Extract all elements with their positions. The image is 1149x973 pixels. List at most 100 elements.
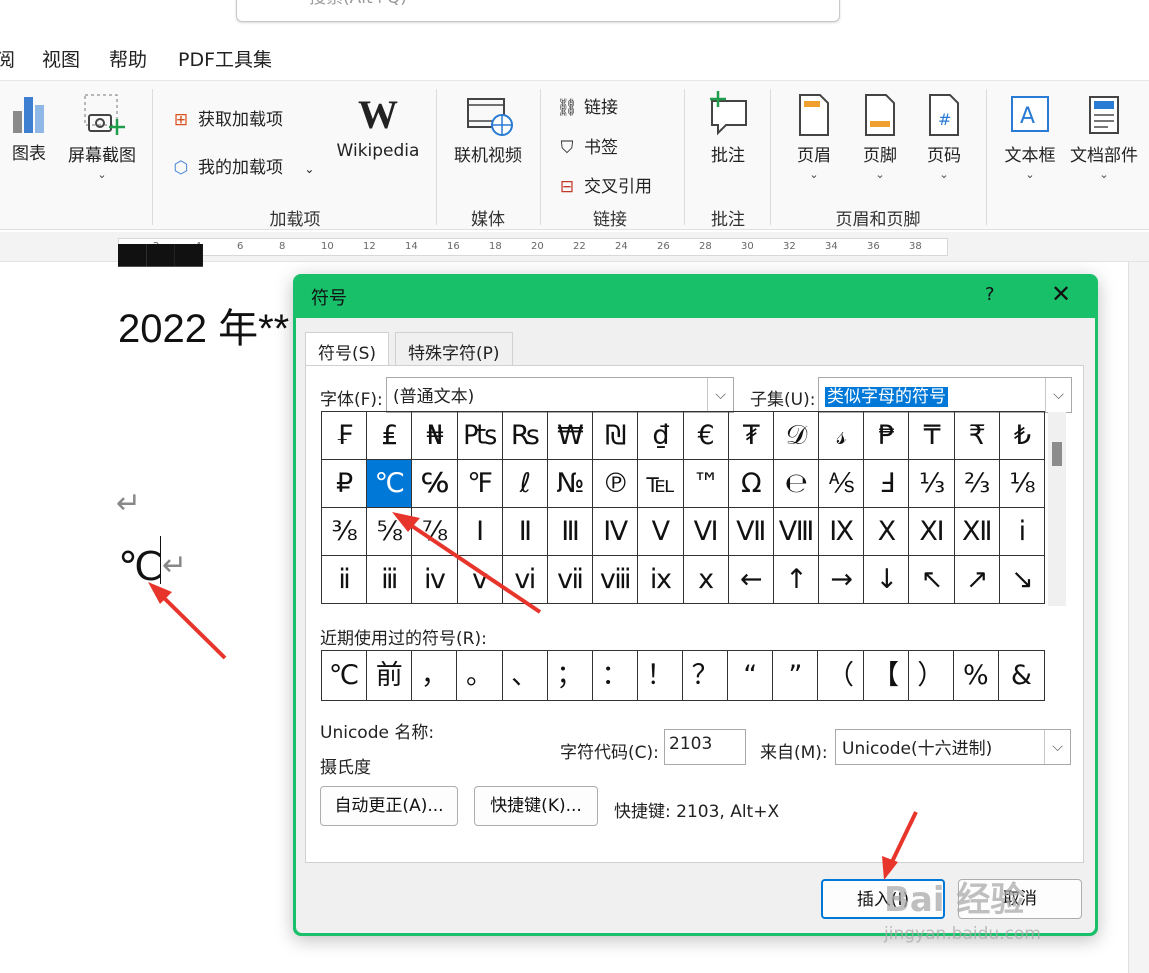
recent-symbol-cell[interactable]: % <box>954 651 999 700</box>
symbol-cell[interactable]: ↗ <box>954 556 1000 604</box>
symbol-cell[interactable]: ™ <box>683 460 729 508</box>
symbol-cell[interactable]: ⅔ <box>954 460 1000 508</box>
menu-help[interactable]: 帮助 <box>109 45 147 72</box>
recent-symbol-cell[interactable]: ？ <box>683 651 729 700</box>
chevron-down-icon[interactable]: ⌄ <box>998 168 1062 181</box>
symbol-cell[interactable]: ℅ <box>412 460 458 508</box>
symbol-cell[interactable]: ⅳ <box>412 556 458 604</box>
symbol-cell[interactable]: ↓ <box>864 556 910 604</box>
recent-symbol-cell[interactable]: “ <box>728 651 774 700</box>
symbol-cell[interactable]: ℡ <box>638 460 684 508</box>
recent-symbol-cell[interactable]: ； <box>548 651 593 700</box>
cross-reference-button[interactable]: ⊟ 交叉引用 <box>556 172 652 197</box>
symbol-cell[interactable]: Ⅷ <box>773 508 820 556</box>
scroll-thumb[interactable] <box>1052 442 1062 466</box>
recent-symbol-cell[interactable]: ： <box>593 651 638 700</box>
symbol-cell[interactable]: Ⅵ <box>683 508 729 556</box>
symbol-cell[interactable]: Ⅸ <box>819 508 865 556</box>
symbol-cell[interactable]: ⅍ <box>819 460 865 508</box>
symbol-cell[interactable]: 𝒟 <box>773 412 820 460</box>
menu-review[interactable]: 阅 <box>0 45 15 72</box>
recent-symbol-cell[interactable]: ℃ <box>322 651 368 700</box>
symbol-cell[interactable]: Ⅶ <box>728 508 774 556</box>
recent-symbol-cell[interactable]: & <box>999 651 1044 700</box>
symbol-cell[interactable]: ℉ <box>457 460 503 508</box>
symbol-cell[interactable]: ⅜ <box>322 508 368 556</box>
symbol-cell[interactable]: ↘ <box>999 556 1045 604</box>
chevron-down-icon[interactable]: ⌄ <box>784 168 844 181</box>
symbol-cell[interactable]: ₫ <box>638 412 684 460</box>
recent-symbol-cell[interactable]: ！ <box>638 651 683 700</box>
footer-button[interactable]: 页脚 ⌄ <box>850 93 910 181</box>
symbol-cell[interactable]: ₣ <box>322 412 368 460</box>
header-button[interactable]: 页眉 ⌄ <box>784 93 844 181</box>
symbol-cell[interactable]: ₨ <box>502 412 548 460</box>
symbol-cell[interactable]: Ⅺ <box>909 508 955 556</box>
symbol-cell[interactable]: ⅓ <box>909 460 955 508</box>
chevron-down-icon[interactable]: ⌄ <box>304 162 314 176</box>
symbol-cell[interactable]: ⅰ <box>999 508 1045 556</box>
dialog-titlebar[interactable]: 符号 ? ✕ <box>293 274 1098 318</box>
symbol-cell[interactable]: ₤ <box>367 412 413 460</box>
symbol-cell[interactable]: ₱ <box>864 412 910 460</box>
symbol-cell[interactable]: ⅲ <box>367 556 413 604</box>
symbol-cell[interactable]: ₧ <box>457 412 503 460</box>
symbol-cell[interactable]: Ω <box>728 460 774 508</box>
symbol-cell[interactable]: ℮ <box>773 460 820 508</box>
symbol-cell[interactable]: ⅹ <box>683 556 729 604</box>
symbol-cell[interactable]: ₸ <box>909 412 955 460</box>
textbox-button[interactable]: A 文本框 ⌄ <box>998 93 1062 181</box>
symbol-cell[interactable]: Ⅴ <box>638 508 684 556</box>
tab-symbols[interactable]: 符号(S) <box>305 332 390 366</box>
symbol-cell[interactable]: ₩ <box>547 412 594 460</box>
symbol-cell[interactable]: Ⅱ <box>502 508 548 556</box>
symbol-cell[interactable]: ℓ <box>502 460 548 508</box>
symbol-cell[interactable]: → <box>819 556 865 604</box>
symbol-cell[interactable]: ₽ <box>322 460 368 508</box>
symbol-cell[interactable]: ₦ <box>412 412 458 460</box>
symbol-cell[interactable]: 𝓈 <box>819 412 865 460</box>
symbol-cell[interactable]: ⅴ <box>457 556 503 604</box>
symbol-cell[interactable]: Ⅰ <box>457 508 503 556</box>
symbol-cell[interactable]: ₹ <box>954 412 1000 460</box>
subset-select[interactable]: 类似字母的符号 ⌵ <box>818 377 1072 413</box>
symbol-grid[interactable]: ₣ ₤ ₦ ₧ ₨ ₩ ₪ ₫ € ₮ 𝒟𝓈 ₱ ₸ ₹ ₺ ₽ ℃ ℅ ℉ ℓ № ℗ ℡ ™ Ω ℮ ⅍ Ⅎ ⅓ ⅔ ⅛ ⅜ ⅝ ⅞ Ⅰ Ⅱ Ⅲ Ⅳ Ⅴ… <box>321 411 1045 604</box>
symbol-cell[interactable]: ₪ <box>593 412 639 460</box>
help-button[interactable]: ? <box>985 284 995 305</box>
recent-symbol-cell[interactable]: ， <box>412 651 458 700</box>
symbol-cell[interactable]: ⅶ <box>547 556 594 604</box>
get-addins-button[interactable]: ⊞ 获取加载项 <box>170 105 283 130</box>
link-button[interactable]: ⛓ 链接 <box>556 93 618 118</box>
symbol-cell-selected[interactable]: ℃ <box>367 460 413 508</box>
vertical-scrollbar[interactable] <box>1128 262 1149 973</box>
symbol-cell[interactable]: ↑ <box>773 556 820 604</box>
tab-special-characters[interactable]: 特殊字符(P) <box>395 332 513 366</box>
symbol-grid-scrollbar[interactable] <box>1048 412 1066 606</box>
menu-pdf-tools[interactable]: PDF工具集 <box>178 45 272 72</box>
font-select[interactable]: (普通文本) ⌵ <box>386 377 734 413</box>
online-video-button[interactable]: 联机视频 <box>448 93 528 166</box>
close-icon[interactable]: ✕ <box>1051 280 1071 308</box>
my-addins-button[interactable]: ⬡ 我的加载项 ⌄ <box>170 153 315 178</box>
chevron-down-icon[interactable]: ⌵ <box>1044 730 1070 764</box>
recent-symbol-cell[interactable]: 【 <box>864 651 909 700</box>
chevron-down-icon[interactable]: ⌵ <box>1045 378 1071 412</box>
shortcut-key-button[interactable]: 快捷键(K)... <box>474 786 598 826</box>
symbol-cell[interactable]: ⅱ <box>322 556 368 604</box>
symbol-cell[interactable]: № <box>547 460 594 508</box>
recent-symbol-cell[interactable]: ” <box>773 651 819 700</box>
symbol-cell[interactable]: ⅷ <box>593 556 639 604</box>
symbol-cell[interactable]: Ⅳ <box>593 508 639 556</box>
chart-button[interactable]: 图表 <box>4 93 54 164</box>
symbol-cell[interactable]: ⅛ <box>999 460 1045 508</box>
symbol-cell[interactable]: ⅸ <box>638 556 684 604</box>
recent-symbols[interactable]: ℃ 前，。、；：！？ “” （【）% & <box>321 650 1045 701</box>
symbol-cell[interactable]: Ⅎ <box>864 460 910 508</box>
recent-symbol-cell[interactable]: 前 <box>367 651 413 700</box>
search-box[interactable]: ⌕ 搜索(Alt+Q) <box>236 0 840 22</box>
symbol-cell[interactable]: Ⅹ <box>864 508 910 556</box>
recent-symbol-cell[interactable]: ） <box>909 651 954 700</box>
wikipedia-button[interactable]: W Wikipedia <box>334 93 422 162</box>
page-number-button[interactable]: # 页码 ⌄ <box>914 93 974 181</box>
from-select[interactable]: Unicode(十六进制) ⌵ <box>835 729 1071 765</box>
